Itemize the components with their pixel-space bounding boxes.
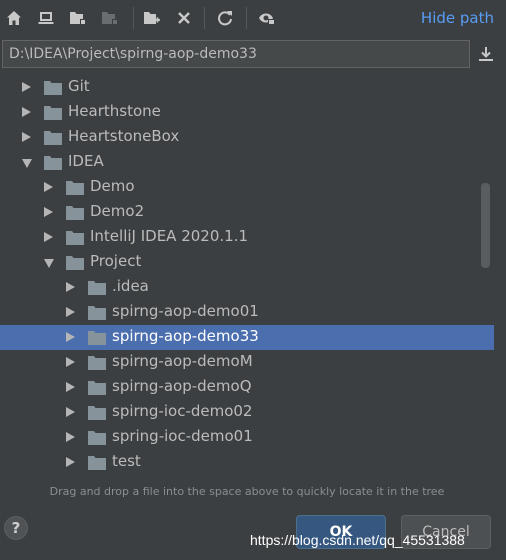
toolbar-separator [246, 7, 247, 29]
toolbar-separator [204, 7, 205, 29]
tree-item-label: spirng-aop-demo33 [112, 327, 259, 345]
folder-icon [88, 405, 106, 420]
expand-arrow-right-icon[interactable] [44, 232, 53, 242]
tree-item-label: spirng-aop-demoM [112, 352, 253, 370]
tree-row[interactable]: Hearthstone [0, 100, 494, 125]
expand-arrow-right-icon[interactable] [66, 332, 75, 342]
folder-icon [88, 305, 106, 320]
tree-row[interactable]: test [0, 450, 494, 475]
tree-row[interactable]: Demo [0, 175, 494, 200]
folder-icon [66, 255, 84, 270]
toolbar: Hide path [0, 0, 506, 36]
expand-arrow-down-icon[interactable] [44, 259, 54, 268]
tree-row[interactable]: .idea [0, 275, 494, 300]
show-hidden-icon[interactable] [257, 8, 277, 28]
toolbar-separator [133, 7, 134, 29]
delete-icon[interactable] [174, 8, 194, 28]
tree-row[interactable]: spirng-aop-demo33 [0, 325, 494, 350]
refresh-icon[interactable] [215, 8, 235, 28]
folder-icon [88, 355, 106, 370]
tree-row[interactable]: Project [0, 250, 494, 275]
tree-item-label: .idea [112, 277, 149, 295]
expand-arrow-right-icon[interactable] [66, 407, 75, 417]
tree-item-label: spring-ioc-demo01 [112, 427, 253, 445]
file-tree[interactable]: Git Hearthstone HeartstoneBox IDEA Demo Demo2… [0, 75, 494, 480]
expand-arrow-down-icon[interactable] [22, 159, 32, 168]
hide-path-link[interactable]: Hide path [421, 9, 494, 27]
path-field[interactable] [2, 40, 470, 68]
tree-row[interactable]: spirng-ioc-demo02 [0, 400, 494, 425]
home-icon[interactable] [4, 8, 24, 28]
expand-arrow-right-icon[interactable] [66, 382, 75, 392]
watermark-text: https://blog.csdn.net/qq_45531388 [250, 532, 465, 548]
tree-item-label: Project [90, 252, 142, 270]
folder-icon [88, 430, 106, 445]
expand-arrow-right-icon[interactable] [66, 432, 75, 442]
expand-arrow-right-icon[interactable] [44, 207, 53, 217]
tree-item-label: Demo [90, 177, 135, 195]
download-icon[interactable] [476, 44, 496, 64]
folder-icon [66, 205, 84, 220]
module-folder-icon [100, 8, 120, 28]
expand-arrow-right-icon[interactable] [66, 307, 75, 317]
expand-arrow-right-icon[interactable] [22, 132, 31, 142]
path-input[interactable] [3, 41, 469, 67]
folder-icon [44, 155, 62, 170]
help-button[interactable]: ? [4, 516, 28, 540]
tree-row[interactable]: spirng-aop-demo01 [0, 300, 494, 325]
folder-icon [44, 105, 62, 120]
folder-icon [66, 180, 84, 195]
folder-icon [88, 380, 106, 395]
tree-scrollbar[interactable] [481, 183, 490, 268]
tree-item-label: Git [68, 77, 90, 95]
tree-row[interactable]: Demo2 [0, 200, 494, 225]
folder-icon [88, 280, 106, 295]
folder-icon [44, 130, 62, 145]
expand-arrow-right-icon[interactable] [66, 457, 75, 467]
tree-row[interactable]: spirng-aop-demoQ [0, 375, 494, 400]
expand-arrow-right-icon[interactable] [66, 282, 75, 292]
tree-row[interactable]: IDEA [0, 150, 494, 175]
desktop-icon[interactable] [36, 8, 56, 28]
tree-row[interactable]: spring-ioc-demo01 [0, 425, 494, 450]
tree-item-label: HeartstoneBox [68, 127, 180, 145]
tree-row[interactable]: HeartstoneBox [0, 125, 494, 150]
tree-item-label: IntelliJ IDEA 2020.1.1 [90, 227, 249, 245]
expand-arrow-right-icon[interactable] [22, 107, 31, 117]
tree-row[interactable]: IntelliJ IDEA 2020.1.1 [0, 225, 494, 250]
folder-icon [88, 455, 106, 470]
expand-arrow-right-icon[interactable] [44, 182, 53, 192]
tree-row[interactable]: Git [0, 75, 494, 100]
tree-item-label: IDEA [68, 152, 104, 170]
tree-item-label: spirng-ioc-demo02 [112, 402, 253, 420]
folder-icon [66, 230, 84, 245]
tree-item-label: spirng-aop-demo01 [112, 302, 259, 320]
new-folder-icon[interactable] [142, 8, 162, 28]
new-project-folder-icon[interactable] [68, 8, 88, 28]
tree-item-label: Hearthstone [68, 102, 161, 120]
folder-icon [44, 80, 62, 95]
expand-arrow-right-icon[interactable] [22, 82, 31, 92]
tree-row[interactable]: spirng-aop-demoM [0, 350, 494, 375]
tree-item-label: test [112, 452, 141, 470]
tree-item-label: Demo2 [90, 202, 145, 220]
expand-arrow-right-icon[interactable] [66, 357, 75, 367]
tree-item-label: spirng-aop-demoQ [112, 377, 252, 395]
drag-drop-hint: Drag and drop a file into the space abov… [49, 485, 445, 498]
folder-icon [88, 330, 106, 345]
